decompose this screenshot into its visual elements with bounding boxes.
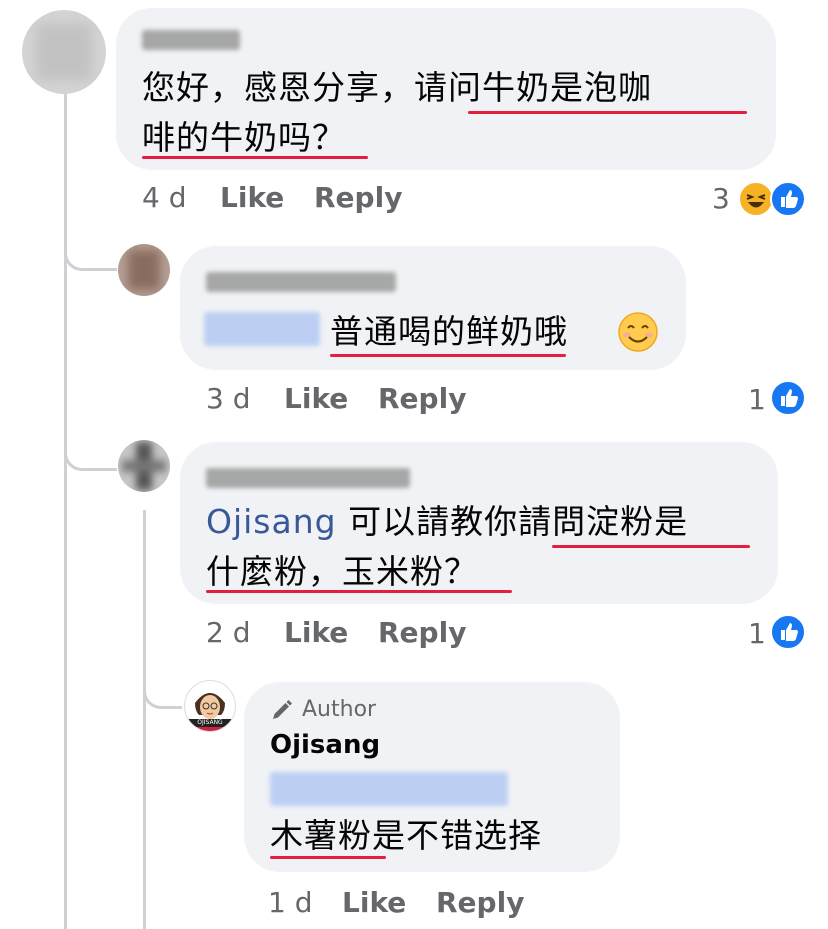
reply-button[interactable]: Reply — [314, 181, 402, 214]
pencil-icon — [270, 698, 294, 722]
comment-text-line2: 啡的牛奶吗？ — [142, 118, 346, 157]
commenter-name-blurred[interactable] — [206, 272, 396, 292]
avatar-blurred[interactable] — [118, 440, 170, 492]
haha-reaction-icon[interactable] — [738, 181, 774, 217]
comment-time: 3 d — [206, 382, 251, 415]
avatar-blurred[interactable] — [22, 10, 106, 94]
reply-button[interactable]: Reply — [436, 886, 524, 919]
thread-connector — [143, 658, 182, 709]
thread-line-sub — [143, 510, 146, 929]
highlight-underline — [552, 545, 750, 548]
thread-connector — [64, 420, 117, 471]
highlight-underline — [206, 590, 512, 593]
comment-text: 普通喝的鲜奶哦 — [330, 312, 568, 351]
avatar-caption: OJISANG — [185, 719, 235, 727]
author-badge: Author — [302, 697, 377, 722]
highlight-underline — [330, 354, 566, 357]
mention-link[interactable]: Ojisang — [206, 502, 337, 541]
reply-button[interactable]: Reply — [378, 382, 466, 415]
comment-text: Ojisang 可以請教你請問淀粉是 — [206, 502, 689, 541]
reaction-count[interactable]: 1 — [748, 617, 766, 650]
highlight-underline — [468, 111, 747, 114]
like-reaction-icon[interactable] — [770, 181, 806, 217]
highlight-underline — [270, 856, 386, 859]
author-avatar[interactable]: OJISANG — [184, 680, 236, 732]
avatar-blurred[interactable] — [118, 244, 170, 296]
smile-emoji-icon — [616, 310, 660, 354]
comment-text: 您好，感恩分享，请问牛奶是泡咖 — [142, 68, 652, 107]
mention-blurred[interactable] — [204, 312, 320, 346]
highlight-underline — [142, 156, 368, 159]
comment-time: 2 d — [206, 616, 251, 649]
comment-time: 4 d — [142, 181, 187, 214]
like-reaction-icon[interactable] — [770, 614, 806, 650]
like-reaction-icon[interactable] — [770, 380, 806, 416]
comment-time: 1 d — [268, 886, 313, 919]
thread-line-main — [64, 92, 67, 929]
reaction-count[interactable]: 3 — [712, 182, 730, 215]
author-name[interactable]: Ojisang — [270, 730, 380, 760]
like-button[interactable]: Like — [342, 886, 406, 919]
commenter-name-blurred[interactable] — [206, 468, 410, 488]
comment-text: 木薯粉是不错选择 — [270, 816, 542, 855]
like-button[interactable]: Like — [284, 382, 348, 415]
thread-connector — [64, 220, 117, 271]
mention-blurred[interactable] — [270, 772, 508, 806]
like-button[interactable]: Like — [220, 181, 284, 214]
comment-text-line2: 什麼粉，玉米粉？ — [206, 552, 478, 591]
like-button[interactable]: Like — [284, 616, 348, 649]
reply-button[interactable]: Reply — [378, 616, 466, 649]
reaction-count[interactable]: 1 — [748, 383, 766, 416]
commenter-name-blurred[interactable] — [142, 30, 240, 50]
